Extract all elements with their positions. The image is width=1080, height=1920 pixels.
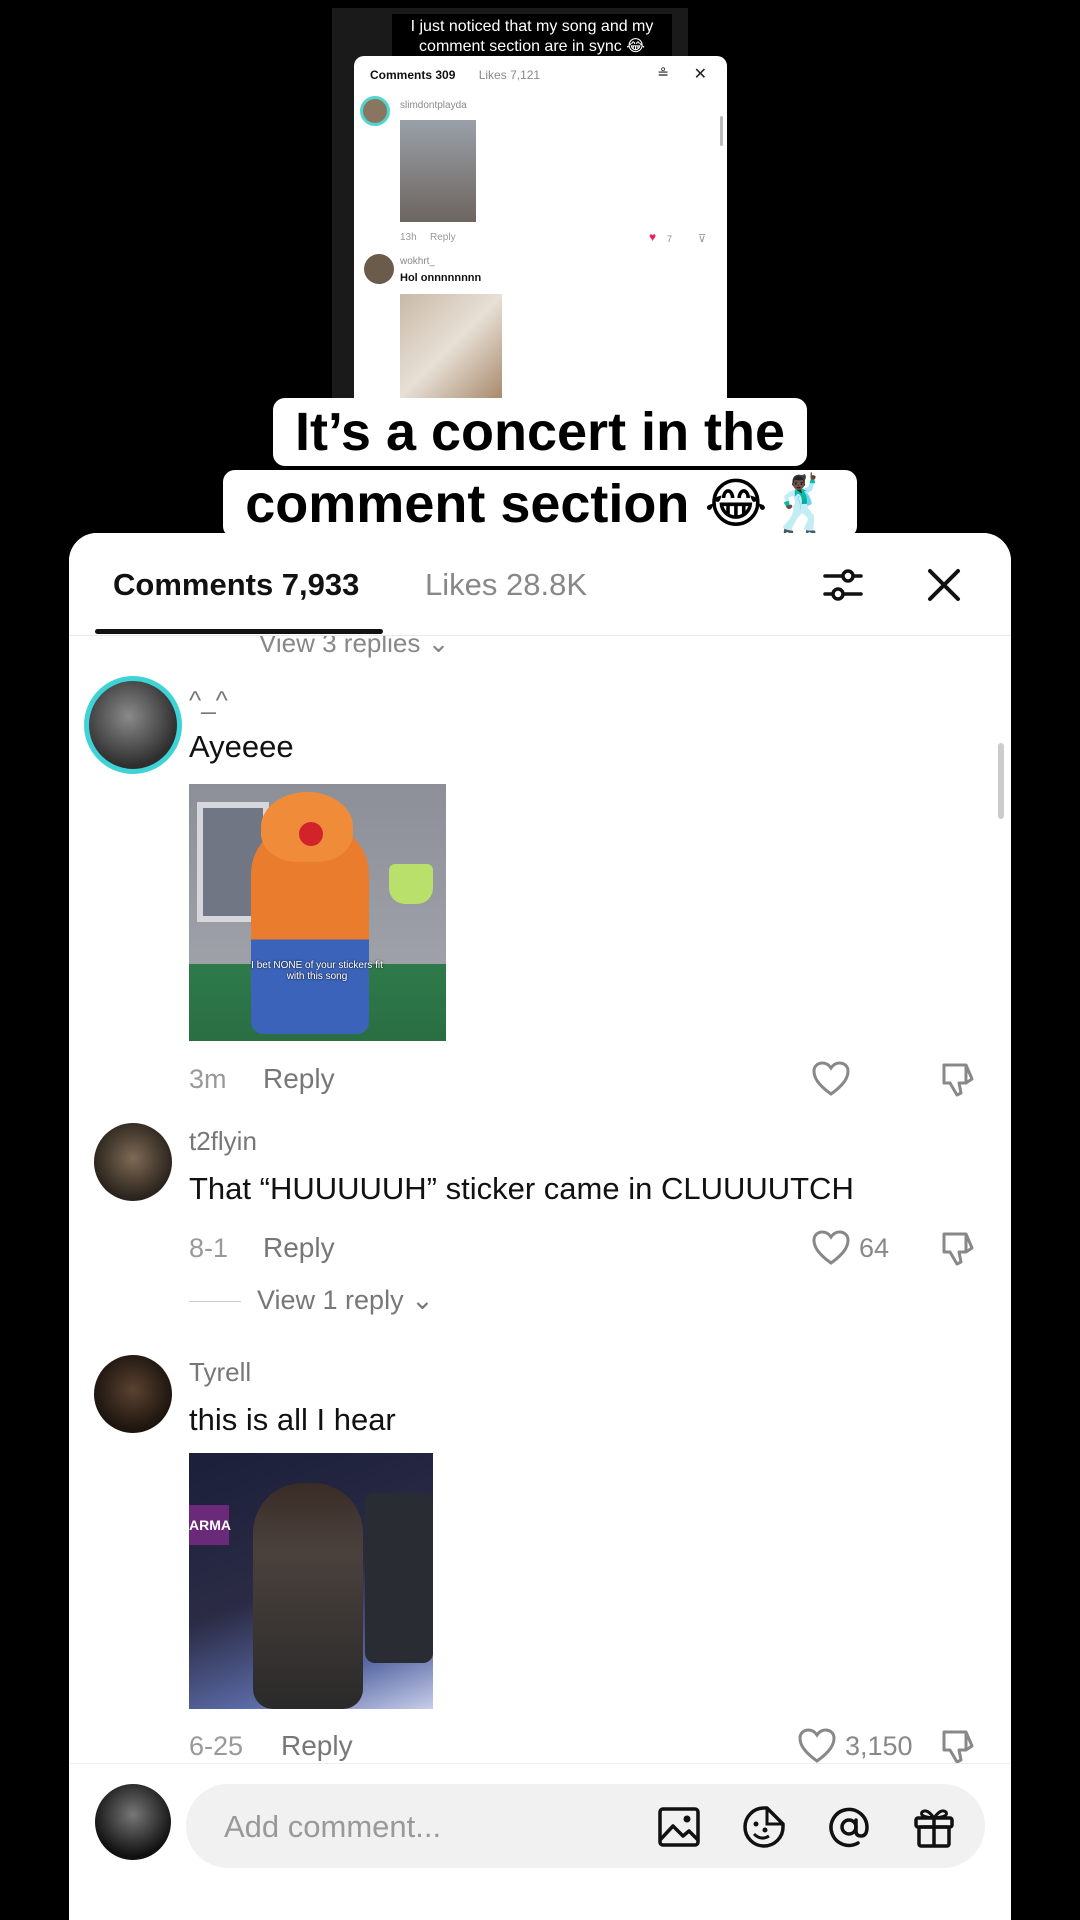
embedded-filter-icon: ≗ bbox=[657, 65, 669, 81]
user-avatar[interactable] bbox=[95, 1784, 171, 1860]
tab-active-indicator bbox=[95, 629, 383, 634]
embedded-comment-text: Hol onnnnnnnn bbox=[400, 272, 482, 284]
mention-icon[interactable] bbox=[826, 1804, 872, 1850]
comment-text: That “HUUUUUH” sticker came in CLUUUUTCH bbox=[189, 1171, 854, 1206]
embedded-dislike-icon: ⊽ bbox=[698, 233, 707, 245]
sticker-person bbox=[253, 1483, 363, 1709]
gift-icon[interactable] bbox=[911, 1804, 957, 1850]
dislike-icon[interactable] bbox=[939, 1059, 979, 1099]
close-icon[interactable] bbox=[922, 563, 966, 607]
reply-button[interactable]: Reply bbox=[263, 1232, 335, 1264]
embedded-close-icon: ✕ bbox=[693, 66, 707, 83]
sticker-crowd bbox=[365, 1493, 433, 1663]
sticker-banner: ARMA bbox=[189, 1505, 231, 1545]
filter-icon[interactable] bbox=[821, 563, 865, 607]
comment-username[interactable]: ^_^ bbox=[189, 685, 228, 716]
overlay-caption-line2: comment section 😂🕺🏿 bbox=[223, 470, 857, 538]
reply-button[interactable]: Reply bbox=[263, 1063, 335, 1095]
avatar[interactable] bbox=[94, 1355, 172, 1433]
comment-time: 8-1 bbox=[189, 1233, 229, 1263]
comment-input-bar bbox=[69, 1763, 1011, 1920]
image-icon[interactable] bbox=[656, 1804, 702, 1850]
comment-time: 3m bbox=[189, 1064, 227, 1094]
scrollbar[interactable] bbox=[998, 743, 1004, 819]
embedded-tab-likes: Likes 7,121 bbox=[478, 68, 541, 82]
embedded-time: 13h bbox=[400, 232, 417, 243]
embedded-reply: Reply bbox=[430, 232, 456, 243]
embedded-username: slimdontplayda bbox=[400, 100, 467, 111]
like-count: 64 bbox=[859, 1233, 890, 1263]
heart-icon[interactable] bbox=[797, 1726, 837, 1766]
comment-text: Ayeeee bbox=[189, 729, 294, 764]
dislike-icon[interactable] bbox=[939, 1726, 979, 1766]
embedded-heart-icon: ♥ bbox=[649, 230, 657, 244]
comment-sheet: View 3 replies ⌄ Comments 7,933 Likes 28… bbox=[69, 533, 1011, 1920]
embedded-caption: I just noticed that my song and my comme… bbox=[392, 14, 672, 60]
dislike-icon[interactable] bbox=[939, 1228, 979, 1268]
overlay-caption-line1: It’s a concert in the bbox=[272, 398, 808, 466]
tab-likes[interactable]: Likes 28.8K bbox=[425, 567, 587, 603]
comment-username[interactable]: Tyrell bbox=[189, 1357, 251, 1388]
like-count: 3,150 bbox=[845, 1731, 913, 1761]
comment-time: 6-25 bbox=[189, 1731, 244, 1761]
tab-comments[interactable]: Comments 7,933 bbox=[113, 567, 359, 603]
embedded-username: wokhrt_ bbox=[400, 256, 436, 267]
embedded-tabs: Comments 309 Likes 7,121 bbox=[370, 68, 540, 82]
sticker-icon[interactable] bbox=[741, 1804, 787, 1850]
sticker-character-nose bbox=[299, 822, 323, 846]
embedded-avatar bbox=[364, 254, 394, 284]
comment-tabs: Comments 7,933 Likes 28.8K bbox=[69, 533, 1011, 636]
avatar[interactable] bbox=[84, 676, 182, 774]
comment-text: this is all I hear bbox=[189, 1402, 396, 1437]
embedded-tab-comments: Comments 309 bbox=[370, 68, 456, 82]
avatar[interactable] bbox=[94, 1123, 172, 1201]
overlay-caption: It’s a concert in the comment section 😂🕺… bbox=[0, 398, 1080, 538]
embedded-scrollbar bbox=[720, 116, 723, 146]
comment-username[interactable]: t2flyin bbox=[189, 1126, 257, 1157]
embedded-sticker bbox=[400, 294, 502, 398]
heart-icon[interactable] bbox=[811, 1228, 851, 1268]
reply-button[interactable]: Reply bbox=[281, 1730, 353, 1762]
comment-input[interactable] bbox=[222, 1784, 646, 1870]
embedded-sticker bbox=[400, 120, 476, 222]
comment-sticker[interactable]: I bet NONE of your stickers fit with thi… bbox=[189, 784, 446, 1041]
view-replies-divider bbox=[189, 1301, 241, 1302]
view-replies-link[interactable]: View 1 reply ⌄ bbox=[257, 1285, 434, 1316]
comment-sticker[interactable]: ARMA bbox=[189, 1453, 433, 1709]
embedded-avatar bbox=[360, 96, 390, 126]
heart-icon[interactable] bbox=[811, 1059, 851, 1099]
embedded-like-count: 7 bbox=[667, 234, 673, 244]
embedded-comment-panel: Comments 309 Likes 7,121 ≗ ✕ slimdontpla… bbox=[354, 56, 727, 398]
sticker-lamp bbox=[389, 864, 433, 904]
comment-input-container[interactable] bbox=[186, 1784, 985, 1870]
sticker-caption: I bet NONE of your stickers fit with thi… bbox=[251, 960, 383, 982]
